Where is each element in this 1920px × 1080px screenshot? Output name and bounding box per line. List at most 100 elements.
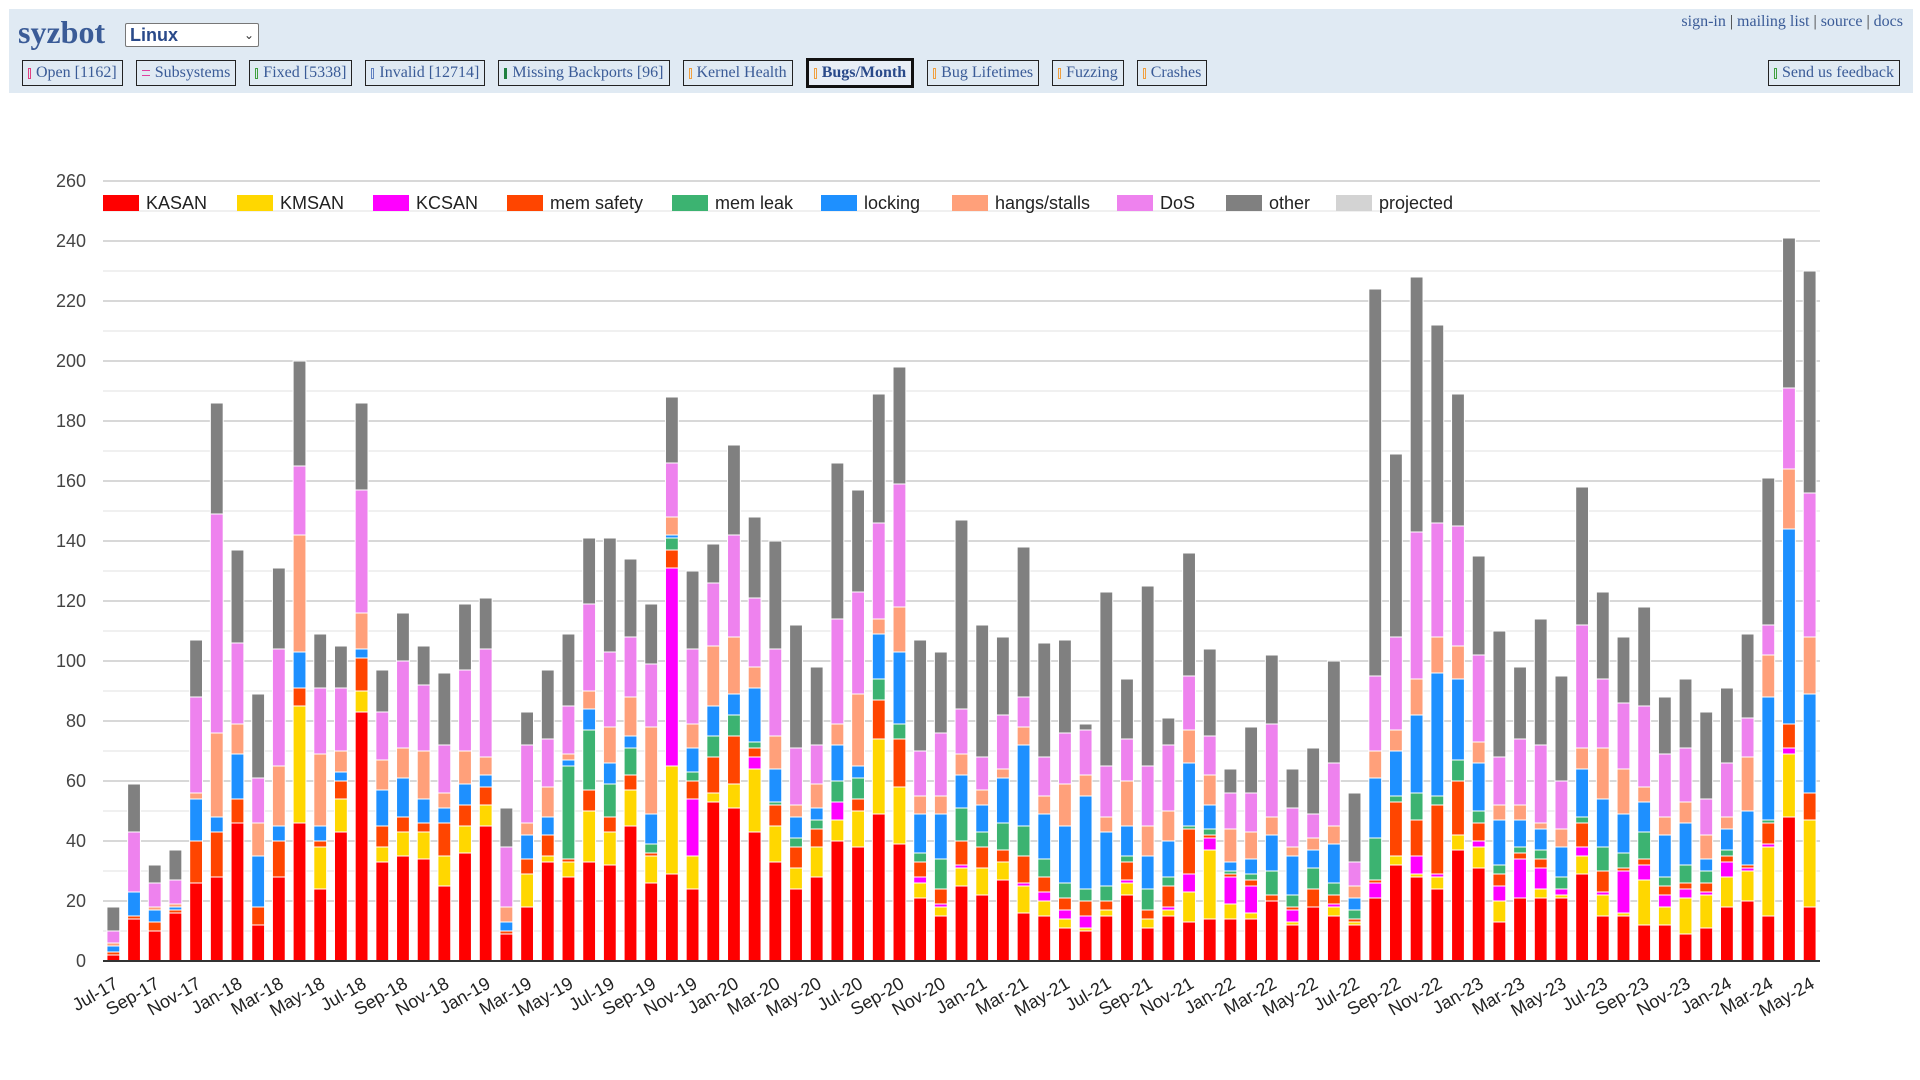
bar-segment-locking[interactable] [1492, 819, 1507, 866]
bar-segment-hangs-stalls[interactable] [706, 645, 721, 707]
bar-segment-hangs-stalls[interactable] [747, 666, 762, 689]
bar-segment-kasan[interactable] [292, 822, 307, 962]
bar-segment-kasan[interactable] [230, 822, 245, 962]
bar-segment-other[interactable] [209, 402, 224, 515]
bar-segment-kmsan[interactable] [954, 867, 969, 887]
bar-segment-mem-safety[interactable] [209, 831, 224, 878]
bar-segment-locking[interactable] [1782, 528, 1796, 725]
bar-segment-hangs-stalls[interactable] [1699, 834, 1714, 860]
bar-segment-kasan[interactable] [1078, 930, 1093, 962]
source-link[interactable]: source [1821, 13, 1863, 30]
bar-segment-kmsan[interactable] [1140, 918, 1155, 929]
bar-segment-dos[interactable] [1595, 678, 1610, 749]
bar-segment-locking[interactable] [1699, 858, 1714, 872]
bar-segment-mem-safety[interactable] [851, 798, 865, 812]
bar-segment-mem-safety[interactable] [230, 798, 245, 824]
bar-segment-other[interactable] [396, 612, 410, 662]
bar-segment-dos[interactable] [416, 684, 431, 752]
bar-segment-mem-safety[interactable] [1306, 888, 1321, 908]
bar-segment-hangs-stalls[interactable] [458, 750, 472, 785]
bar-segment-dos[interactable] [809, 744, 824, 785]
bar-segment-kmsan[interactable] [437, 855, 452, 887]
bar-segment-locking[interactable] [1120, 825, 1134, 857]
bar-segment-locking[interactable] [127, 891, 141, 917]
bar-segment-other[interactable] [458, 603, 472, 671]
bar-segment-locking[interactable] [685, 747, 700, 773]
bar-segment-hangs-stalls[interactable] [271, 765, 286, 827]
bar-segment-mem-safety[interactable] [416, 822, 431, 833]
bar-segment-kasan[interactable] [271, 876, 286, 962]
bar-segment-mem-safety[interactable] [1099, 900, 1114, 911]
bar-segment-other[interactable] [478, 597, 493, 650]
bar-segment-kasan[interactable] [458, 852, 472, 962]
tab-fixed[interactable]: Fixed [5338] [249, 60, 353, 86]
bar-segment-dos[interactable] [1513, 738, 1527, 806]
bar-segment-dos[interactable] [975, 756, 990, 791]
bar-segment-mem-leak[interactable] [1306, 867, 1321, 890]
bar-segment-kasan[interactable] [1264, 900, 1279, 962]
bar-segment-locking[interactable] [1244, 858, 1259, 875]
bar-segment-dos[interactable] [747, 597, 762, 668]
bar-segment-hangs-stalls[interactable] [1078, 774, 1093, 797]
bar-segment-dos[interactable] [1244, 792, 1259, 833]
bar-segment-kasan[interactable] [313, 888, 328, 962]
bar-segment-kmsan[interactable] [975, 867, 990, 896]
bar-segment-other[interactable] [623, 558, 638, 638]
bar-segment-kmsan[interactable] [292, 705, 307, 824]
bar-segment-other[interactable] [1554, 675, 1569, 782]
bar-segment-kcsan[interactable] [1223, 876, 1238, 905]
bar-segment-kmsan[interactable] [809, 846, 824, 878]
bar-segment-locking[interactable] [147, 909, 162, 923]
bar-segment-locking[interactable] [251, 855, 266, 908]
bar-segment-other[interactable] [1182, 552, 1196, 677]
bar-segment-locking[interactable] [1554, 846, 1569, 878]
bar-segment-dos[interactable] [1223, 792, 1238, 830]
bar-segment-kmsan[interactable] [1099, 909, 1114, 917]
bar-segment-dos[interactable] [768, 648, 783, 737]
bar-segment-locking[interactable] [1740, 810, 1755, 866]
bar-segment-mem-leak[interactable] [1637, 831, 1652, 860]
bar-segment-kasan[interactable] [1326, 915, 1341, 962]
bar-segment-kasan[interactable] [1719, 906, 1734, 962]
bar-segment-kasan[interactable] [1761, 915, 1776, 962]
bar-segment-dos[interactable] [396, 660, 410, 749]
bar-segment-locking[interactable] [1264, 834, 1279, 872]
bar-segment-kcsan[interactable] [1513, 858, 1527, 899]
bar-segment-dos[interactable] [520, 744, 534, 824]
bar-segment-other[interactable] [933, 651, 948, 734]
sign-in-link[interactable]: sign-in [1681, 13, 1725, 30]
bar-segment-kasan[interactable] [1451, 849, 1465, 962]
bar-segment-locking[interactable] [1161, 840, 1176, 878]
bar-segment-locking[interactable] [995, 777, 1010, 824]
bar-segment-other[interactable] [1430, 324, 1445, 524]
bar-segment-other[interactable] [499, 807, 514, 848]
bar-segment-kasan[interactable] [1409, 876, 1424, 962]
bar-segment-locking[interactable] [1016, 744, 1031, 827]
bar-segment-kmsan[interactable] [995, 861, 1010, 881]
bar-segment-kcsan[interactable] [685, 798, 700, 857]
bar-segment-mem-safety[interactable] [892, 738, 907, 788]
bar-segment-kmsan[interactable] [1223, 903, 1238, 920]
bar-segment-other[interactable] [1451, 393, 1465, 527]
bar-segment-kasan[interactable] [209, 876, 224, 962]
bar-segment-mem-safety[interactable] [582, 789, 597, 812]
bar-segment-kcsan[interactable] [1657, 894, 1672, 908]
legend-label[interactable]: KCSAN [416, 193, 478, 213]
bar-segment-kmsan[interactable] [1471, 846, 1486, 869]
bar-segment-kasan[interactable] [333, 831, 348, 962]
bar-segment-other[interactable] [871, 393, 886, 524]
bar-segment-hangs-stalls[interactable] [1430, 636, 1445, 674]
bar-segment-dos[interactable] [561, 705, 576, 755]
bar-segment-other[interactable] [1409, 276, 1424, 533]
bar-segment-dos[interactable] [106, 930, 121, 944]
bar-segment-hangs-stalls[interactable] [1637, 786, 1652, 803]
bar-segment-kcsan[interactable] [1616, 870, 1631, 914]
bar-segment-mem-leak[interactable] [789, 837, 803, 848]
bar-segment-kasan[interactable] [1389, 864, 1403, 962]
bar-segment-dos[interactable] [1409, 531, 1424, 680]
bar-segment-other[interactable] [664, 396, 679, 464]
bar-segment-other[interactable] [1099, 591, 1114, 767]
bar-segment-mem-leak[interactable] [1430, 795, 1445, 806]
bar-segment-kmsan[interactable] [478, 804, 493, 827]
bar-segment-other[interactable] [1782, 237, 1796, 389]
